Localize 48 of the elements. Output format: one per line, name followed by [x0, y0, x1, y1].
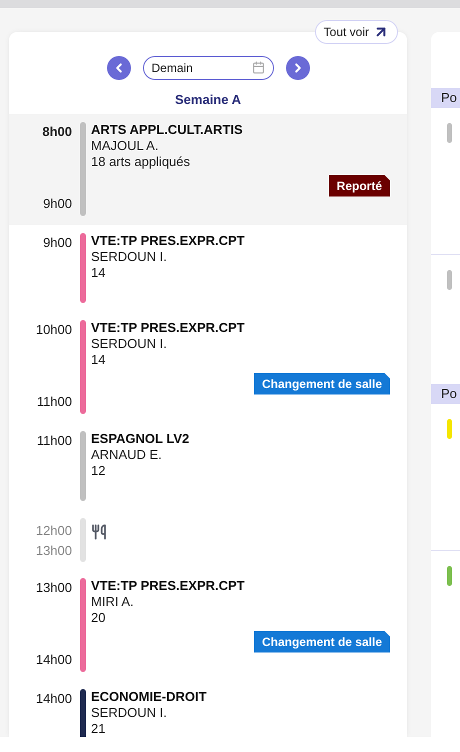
- lesson-row[interactable]: 14h00 ECONOMIE-DROIT SERDOUN I. 21: [9, 680, 407, 737]
- start-time: 8h00: [42, 122, 72, 140]
- start-time: 10h00: [36, 320, 72, 338]
- teacher-name: MAJOUL A.: [91, 138, 160, 154]
- lesson-row[interactable]: 11h00 ESPAGNOL LV2 ARNAUD E. 12: [9, 422, 407, 510]
- teacher-name: SERDOUN I.: [91, 336, 168, 352]
- subject-title: VTE:TP PRES.EXPR.CPT: [91, 232, 246, 248]
- room-label: 18 arts appliqués: [91, 154, 192, 170]
- section-header: Po: [431, 384, 460, 404]
- teacher-name: ARNAUD E.: [91, 446, 163, 462]
- end-time: 13h00: [36, 542, 72, 560]
- teacher-name: SERDOUN I.: [91, 248, 168, 264]
- lesson-row[interactable]: 10h00 11h00 VTE:TP PRES.EXPR.CPT SERDOUN I. 14 Changement de salle: [9, 312, 407, 422]
- next-day-button[interactable]: [286, 56, 310, 80]
- lesson-row[interactable]: 8h00 9h00 ARTS APPL.CULT.ARTIS MAJOUL A. 18 arts appliqués Reporté: [9, 114, 407, 224]
- room-label: 21: [91, 720, 106, 736]
- start-time: 13h00: [36, 578, 72, 596]
- see-all-button[interactable]: Tout voir: [314, 20, 398, 44]
- end-time: 14h00: [36, 651, 72, 669]
- week-label: Semaine A: [175, 91, 241, 109]
- start-time: 14h00: [36, 690, 72, 708]
- status-tag: Changement de salle: [254, 372, 390, 394]
- section-header: Po: [431, 88, 460, 108]
- lesson-row[interactable]: 9h00 VTE:TP PRES.EXPR.CPT SERDOUN I. 14: [9, 224, 407, 312]
- subject-title: ESPAGNOL LV2: [91, 430, 190, 446]
- end-time: 9h00: [43, 195, 72, 213]
- room-label: 14: [91, 352, 106, 368]
- start-time: 12h00: [36, 522, 72, 540]
- lesson-row[interactable]: 13h00 14h00 VTE:TP PRES.EXPR.CPT MIRI A. 20 Changement de salle: [9, 570, 407, 680]
- teacher-name: MIRI A.: [91, 594, 135, 610]
- lunch-bar: [80, 518, 86, 562]
- subject-title: ARTS APPL.CULT.ARTIS: [91, 122, 244, 138]
- date-field[interactable]: Demain: [142, 56, 274, 80]
- teacher-name: SERDOUN I.: [91, 704, 168, 720]
- room-label: 20: [91, 610, 106, 626]
- utensils-icon: [91, 524, 107, 540]
- calendar-icon: [252, 61, 264, 74]
- status-tag: Changement de salle: [254, 630, 390, 652]
- subject-title: VTE:TP PRES.EXPR.CPT: [91, 320, 246, 336]
- status-tag: Reporté: [328, 174, 390, 196]
- start-time: 11h00: [36, 432, 72, 450]
- previous-day-button[interactable]: [106, 56, 130, 80]
- end-time: 11h00: [36, 393, 72, 411]
- subject-title: VTE:TP PRES.EXPR.CPT: [91, 578, 246, 594]
- room-label: 12: [91, 462, 106, 478]
- subject-title: ECONOMIE-DROIT: [91, 688, 208, 704]
- start-time: 9h00: [43, 234, 72, 252]
- room-label: 14: [91, 264, 106, 280]
